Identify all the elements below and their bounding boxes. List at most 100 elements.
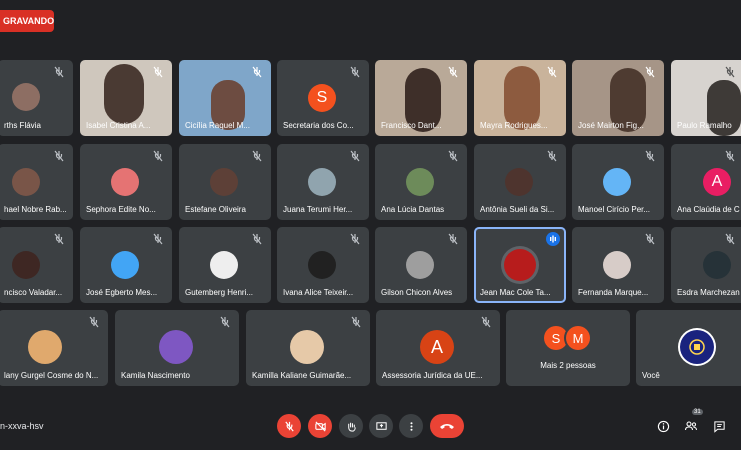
- participant-tile[interactable]: Ana Lúcia Dantas: [375, 144, 467, 220]
- participant-name: Esdra Marchezan: [677, 288, 740, 297]
- participant-tile[interactable]: rths Flávia: [0, 60, 73, 136]
- participant-tile[interactable]: Fernanda Marque...: [572, 227, 664, 303]
- mic-off-icon: [54, 150, 64, 162]
- participant-name: Manoel Cirício Per...: [578, 205, 651, 214]
- participant-name: Você: [642, 371, 660, 380]
- participant-tile[interactable]: Gutemberg Henri...: [179, 227, 271, 303]
- meeting-code: n-xxva-hsv: [0, 421, 44, 431]
- info-icon: [657, 420, 669, 432]
- participant-tile[interactable]: Paulo Ramalho: [671, 60, 741, 136]
- mic-off-icon: [350, 150, 360, 162]
- mic-off-icon: [252, 66, 262, 78]
- participant-avatar: [210, 251, 238, 279]
- participant-name: Juana Terumi Her...: [283, 205, 353, 214]
- participant-tile[interactable]: Francisco Dant...: [375, 60, 467, 136]
- mic-off-icon: [153, 66, 163, 78]
- participant-name: Gutemberg Henri...: [185, 288, 254, 297]
- participant-name: Ivana Alice Teixeir...: [283, 288, 354, 297]
- participant-name: José Mairton Fig...: [578, 121, 644, 130]
- participant-name: Francisco Dant...: [381, 121, 442, 130]
- participant-tile[interactable]: S Secretaria dos Co...: [277, 60, 369, 136]
- participant-tile[interactable]: Kamilla Kaliane Guimarãe...: [246, 310, 370, 386]
- participant-tile[interactable]: Juana Terumi Her...: [277, 144, 369, 220]
- participant-avatar: [28, 330, 62, 364]
- participant-name: Ana Claúdia de C: [677, 205, 740, 214]
- recording-label: GRAVANDO: [3, 16, 55, 26]
- mic-off-icon: [725, 233, 735, 245]
- end-call-button[interactable]: [430, 414, 464, 438]
- participant-name: Gilson Chicon Alves: [381, 288, 453, 297]
- camera-off-icon: [314, 420, 326, 432]
- participant-tile[interactable]: Mayra Rodrigues...: [474, 60, 566, 136]
- mic-toggle-button[interactable]: [277, 414, 301, 438]
- participant-name: Estefane Oliveira: [185, 205, 246, 214]
- participant-tile[interactable]: A Assessoria Jurídica da UE...: [376, 310, 500, 386]
- participant-avatar: [159, 330, 193, 364]
- participant-tile[interactable]: Kamila Nascimento: [115, 310, 239, 386]
- mic-off-icon: [725, 150, 735, 162]
- mic-off-icon: [54, 233, 64, 245]
- more-participants-tile[interactable]: S M Mais 2 pessoas: [506, 310, 630, 386]
- participant-name: rths Flávia: [4, 121, 41, 130]
- participant-avatar: [504, 249, 536, 281]
- participant-avatar: [703, 251, 731, 279]
- participant-avatar: A: [420, 330, 454, 364]
- speaking-indicator-icon: [546, 232, 560, 246]
- participant-tile[interactable]: lany Gurgel Cosme do N...: [0, 310, 108, 386]
- participant-tile[interactable]: Ivana Alice Teixeir...: [277, 227, 369, 303]
- participant-tile[interactable]: Esdra Marchezan: [671, 227, 741, 303]
- mic-off-icon: [54, 66, 64, 78]
- participant-tile[interactable]: ncisco Valadar...: [0, 227, 73, 303]
- participants-count-badge: 31: [692, 409, 703, 415]
- participant-avatar: [111, 168, 139, 196]
- mic-off-icon: [89, 316, 99, 328]
- mic-off-icon: [448, 233, 458, 245]
- participant-tile[interactable]: Cicília Raquel M...: [179, 60, 271, 136]
- more-options-icon: [409, 421, 413, 431]
- mic-off-icon: [645, 66, 655, 78]
- mic-off-icon: [153, 233, 163, 245]
- people-button[interactable]: [682, 417, 700, 435]
- participant-tile[interactable]: José Egberto Mes...: [80, 227, 172, 303]
- participant-name: Antônia Sueli da Si...: [480, 205, 555, 214]
- mic-off-icon: [252, 233, 262, 245]
- mic-off-icon: [448, 150, 458, 162]
- self-avatar: [680, 330, 714, 364]
- participant-avatar: S: [308, 84, 336, 112]
- participant-tile[interactable]: Isabel Cristina A...: [80, 60, 172, 136]
- participant-avatar: [505, 168, 533, 196]
- participant-name: Fernanda Marque...: [578, 288, 649, 297]
- mic-off-icon: [547, 66, 557, 78]
- participant-tile[interactable]: Gilson Chicon Alves: [375, 227, 467, 303]
- participant-avatar: [210, 168, 238, 196]
- camera-toggle-button[interactable]: [308, 414, 332, 438]
- participant-name: Kamila Nascimento: [121, 371, 190, 380]
- participant-name: Ana Lúcia Dantas: [381, 205, 445, 214]
- present-screen-button[interactable]: [369, 414, 393, 438]
- participant-tile[interactable]: A Ana Claúdia de C: [671, 144, 741, 220]
- participant-avatar: [308, 251, 336, 279]
- participant-tile[interactable]: Sephora Edite No...: [80, 144, 172, 220]
- participant-tile[interactable]: Estefane Oliveira: [179, 144, 271, 220]
- participant-tile[interactable]: José Mairton Fig...: [572, 60, 664, 136]
- meeting-info-button[interactable]: [654, 417, 672, 435]
- chat-button[interactable]: [710, 417, 728, 435]
- participant-tile[interactable]: Manoel Cirício Per...: [572, 144, 664, 220]
- participant-video: [104, 64, 144, 124]
- participant-tile[interactable]: Antônia Sueli da Si...: [474, 144, 566, 220]
- participant-name: Assessoria Jurídica da UE...: [382, 371, 483, 380]
- participant-avatar: [12, 251, 40, 279]
- participant-tile[interactable]: hael Nobre Rab...: [0, 144, 73, 220]
- mic-off-icon: [351, 316, 361, 328]
- participant-name: lany Gurgel Cosme do N...: [4, 371, 99, 380]
- participant-tile-speaking[interactable]: Jean Mac Cole Ta...: [474, 227, 566, 303]
- mic-off-icon: [645, 233, 655, 245]
- participant-avatar: [603, 251, 631, 279]
- participant-avatar: [290, 330, 324, 364]
- more-options-button[interactable]: [399, 414, 423, 438]
- more-participants-label: Mais 2 pessoas: [540, 361, 596, 370]
- participant-avatar: A: [703, 168, 731, 196]
- raise-hand-button[interactable]: [339, 414, 363, 438]
- participant-name: Cicília Raquel M...: [185, 121, 250, 130]
- self-view-tile[interactable]: Você: [636, 310, 741, 386]
